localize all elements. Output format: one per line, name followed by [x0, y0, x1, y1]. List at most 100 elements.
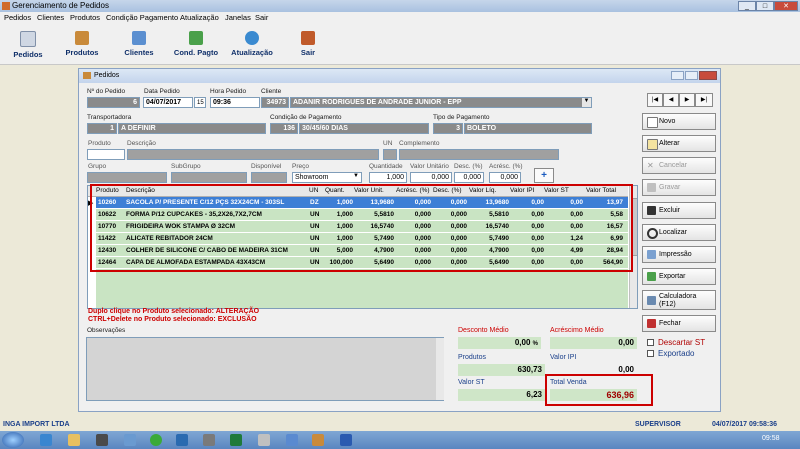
produto-input[interactable] — [87, 149, 125, 160]
transportadora-select[interactable]: A DEFINIR — [118, 123, 266, 134]
toolbar-pedidos-button[interactable]: Pedidos — [0, 27, 56, 61]
fechar-button[interactable]: Fechar — [642, 315, 716, 332]
hora-pedido-field[interactable]: 09:36 — [210, 97, 260, 108]
orders-icon — [20, 31, 36, 47]
payment-icon — [189, 31, 203, 45]
cliente-select[interactable]: ADANIR RODRIGUES DE ANDRADE JUNIOR - EPP — [290, 97, 592, 108]
taskbar-app-icon[interactable] — [286, 434, 298, 446]
produtos-total-label: Produtos — [458, 354, 487, 361]
toolbar-clientes-button[interactable]: Clientes — [111, 27, 167, 61]
tipo-pagamento-select[interactable]: BOLETO — [464, 123, 592, 134]
transportadora-code-field[interactable]: 1 — [87, 123, 117, 134]
localizar-button[interactable]: Localizar — [642, 224, 716, 241]
preco-chevron-down-icon[interactable]: ▼ — [353, 173, 359, 179]
cancelar-button-label: Cancelar — [659, 162, 688, 169]
menu-atualizacao[interactable]: Atualização — [180, 13, 219, 22]
toolbar-cond-pagto-label: Cond. Pagto — [173, 48, 219, 57]
exportado-checkbox[interactable] — [647, 350, 654, 357]
preco-select[interactable]: Showroom — [292, 172, 362, 183]
quantidade-input[interactable]: 1,000 — [369, 172, 407, 183]
nav-first-button[interactable]: |◀ — [647, 93, 663, 107]
toolbar-sair-button[interactable]: Sair — [280, 27, 336, 61]
cliente-dropdown-chevron-icon[interactable]: ▼ — [582, 98, 591, 107]
impressao-button[interactable]: Impressão — [642, 246, 716, 263]
alterar-button[interactable]: Alterar — [642, 135, 716, 152]
maximize-button[interactable]: □ — [756, 1, 774, 11]
taskbar-app-icon[interactable] — [203, 434, 215, 446]
subgrupo-label: SubGrupo — [171, 163, 201, 170]
hora-pedido-label: Hora Pedido — [210, 88, 247, 95]
toolbar-produtos-label: Produtos — [65, 48, 99, 57]
globe-icon — [245, 31, 259, 45]
excluir-button[interactable]: Excluir — [642, 202, 716, 219]
cancelar-button[interactable]: ✕ Cancelar — [642, 157, 716, 174]
calendar-button[interactable]: 15 — [194, 97, 206, 108]
calculadora-button-label: Calculadora (F12) — [659, 293, 697, 308]
taskbar-word-icon[interactable] — [340, 434, 352, 446]
nav-next-button[interactable]: ▶ — [679, 93, 695, 107]
taskbar-app-icon[interactable] — [258, 434, 270, 446]
menu-sair[interactable]: Sair — [255, 13, 268, 22]
acrescimo-medio-label: Acréscimo Médio — [550, 327, 604, 334]
grupo-field — [87, 172, 167, 183]
calculadora-button[interactable]: Calculadora (F12) — [642, 290, 716, 310]
taskbar-app-icon[interactable] — [176, 434, 188, 446]
menu-produtos[interactable]: Produtos — [70, 13, 100, 22]
data-pedido-field[interactable]: 04/07/2017 — [143, 97, 193, 108]
window-close-button[interactable] — [699, 71, 717, 80]
taskbar-excel-icon[interactable] — [230, 434, 242, 446]
close-button[interactable]: ✕ — [774, 1, 798, 11]
valor-st-value: 6,23 — [458, 389, 545, 401]
menu-clientes[interactable]: Clientes — [37, 13, 64, 22]
exportar-button[interactable]: Exportar — [642, 268, 716, 285]
minimize-button[interactable]: _ — [738, 1, 756, 11]
start-button[interactable] — [2, 432, 24, 448]
descartar-st-checkbox[interactable] — [647, 339, 654, 346]
taskbar-app-icon[interactable] — [124, 434, 136, 446]
taskbar-explorer-icon[interactable] — [68, 434, 80, 446]
produtos-total-value: 630,73 — [458, 364, 545, 376]
cliente-code-field[interactable]: 34973 — [261, 97, 289, 108]
menu-condicao-pagamento[interactable]: Condição Pagamento — [106, 13, 178, 22]
gravar-button[interactable]: Gravar — [642, 179, 716, 196]
save-disk-icon — [647, 183, 656, 192]
grupo-label: Grupo — [88, 163, 107, 170]
nav-prev-button[interactable]: ◀ — [663, 93, 679, 107]
toolbar-produtos-button[interactable]: Produtos — [54, 27, 110, 61]
pedidos-window-title: Pedidos — [94, 72, 120, 79]
num-pedido-label: Nº do Pedido — [87, 88, 126, 95]
novo-button[interactable]: Novo — [642, 113, 716, 130]
acrescimo-pct-input[interactable]: 0,000 — [489, 172, 521, 183]
excluir-button-label: Excluir — [659, 207, 681, 214]
menu-pedidos[interactable]: Pedidos — [4, 13, 31, 22]
taskbar-clock: 09:58 — [762, 435, 780, 442]
people-icon — [132, 31, 146, 45]
nav-last-button[interactable]: ▶| — [695, 93, 713, 107]
observacoes-textarea[interactable] — [86, 337, 444, 401]
toolbar-atualizacao-button[interactable]: Atualização — [224, 27, 280, 61]
desconto-pct-input[interactable]: 0,000 — [454, 172, 484, 183]
taskbar-ie-icon[interactable] — [40, 434, 52, 446]
observacoes-scrollbar[interactable] — [436, 338, 444, 400]
tipo-code-field[interactable]: 3 — [433, 123, 463, 134]
menu-janelas[interactable]: Janelas — [225, 13, 251, 22]
window-minimize-button[interactable] — [671, 71, 684, 80]
window-maximize-button[interactable] — [685, 71, 698, 80]
add-item-button[interactable]: + — [534, 168, 554, 183]
taskbar-pedidos-icon[interactable] — [312, 434, 324, 446]
condicao-select[interactable]: 30/45/60 DIAS — [299, 123, 429, 134]
pedidos-window-titlebar: Pedidos — [79, 69, 720, 83]
new-document-icon — [647, 117, 658, 128]
taskbar-chrome-icon[interactable] — [150, 434, 162, 446]
edit-icon — [647, 139, 658, 150]
disponivel-field — [251, 172, 287, 183]
valor-ipi-label: Valor IPI — [550, 354, 577, 361]
valor-unitario-input[interactable]: 0,000 — [410, 172, 452, 183]
exportar-button-label: Exportar — [659, 273, 686, 280]
un-field — [383, 149, 397, 160]
taskbar-app-icon[interactable] — [96, 434, 108, 446]
un-label: UN — [383, 140, 393, 147]
observacoes-label: Observações — [87, 327, 126, 334]
toolbar-cond-pagto-button[interactable]: Cond. Pagto — [168, 27, 224, 61]
condicao-code-field[interactable]: 136 — [270, 123, 298, 134]
